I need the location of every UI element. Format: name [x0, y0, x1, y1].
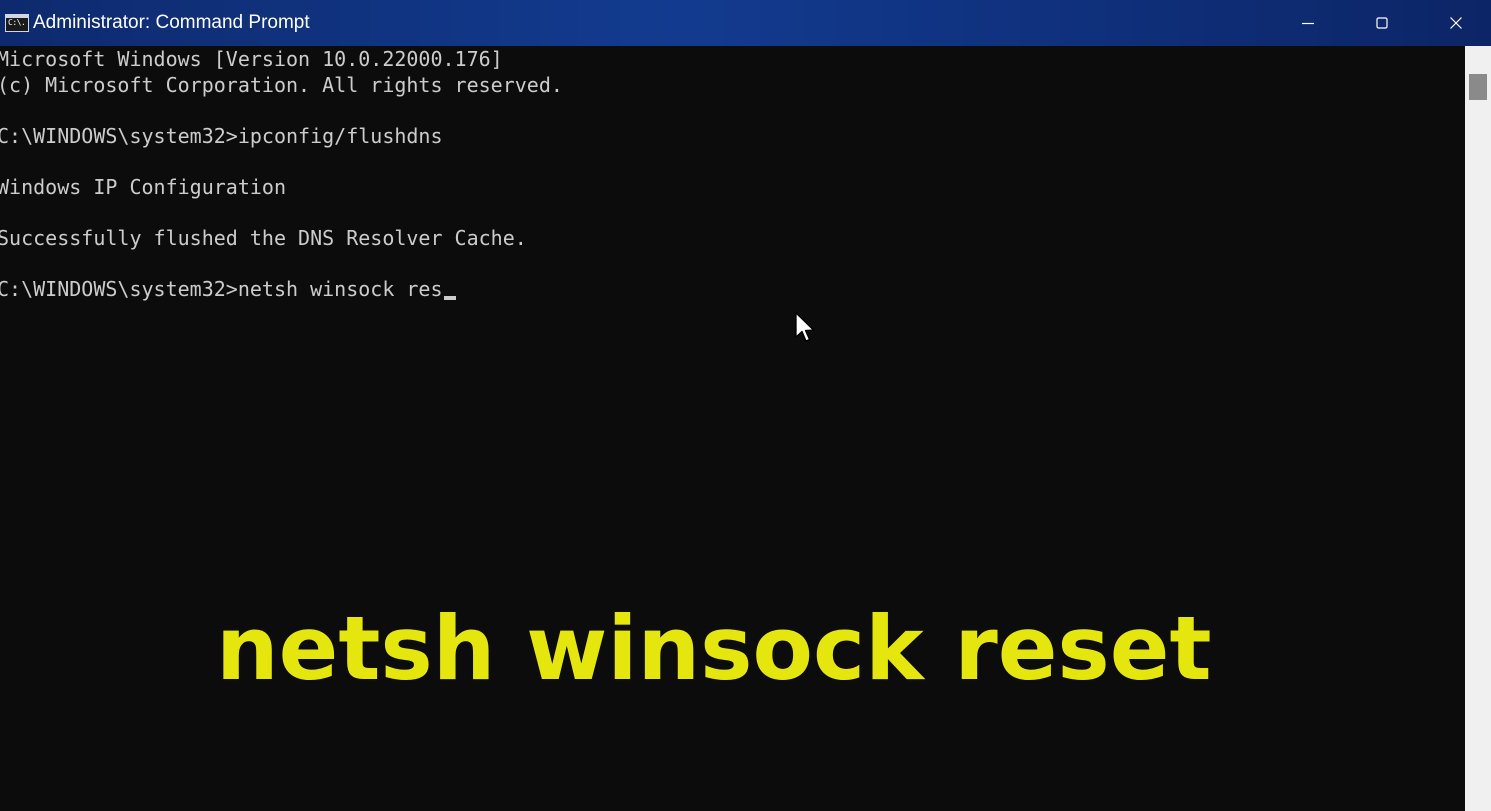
console-line-copyright: (c) Microsoft Corporation. All rights re… [0, 73, 563, 97]
minimize-icon [1302, 22, 1314, 25]
console-line-current-input[interactable]: C:\WINDOWS\system32>netsh winsock res [0, 276, 456, 302]
console-line-flushdns-command: C:\WINDOWS\system32>ipconfig/flushdns [0, 124, 443, 148]
console-line-flush-success: Successfully flushed the DNS Resolver Ca… [0, 226, 527, 250]
vertical-scrollbar[interactable] [1465, 46, 1491, 811]
cmd-icon[interactable]: C:\. [5, 14, 29, 32]
current-command-text: C:\WINDOWS\system32>netsh winsock res [0, 277, 443, 301]
maximize-icon [1376, 17, 1388, 29]
close-icon [1450, 17, 1462, 29]
minimize-button[interactable] [1273, 0, 1343, 46]
video-caption-overlay: netsh winsock reset [216, 597, 1212, 700]
maximize-button[interactable] [1347, 0, 1417, 46]
close-button[interactable] [1421, 0, 1491, 46]
console-line-version: Microsoft Windows [Version 10.0.22000.17… [0, 47, 503, 71]
text-cursor [443, 296, 456, 300]
mouse-pointer-icon [795, 312, 815, 342]
command-prompt-window: C:\. Administrator: Command Prompt Micro… [0, 0, 1491, 811]
cmd-icon-text: C:\. [8, 18, 26, 27]
window-title: Administrator: Command Prompt [33, 12, 310, 33]
title-bar[interactable]: C:\. Administrator: Command Prompt [0, 0, 1491, 46]
console-line-ip-configuration: Windows IP Configuration [0, 175, 286, 199]
console-text: Microsoft Windows [Version 10.0.22000.17… [0, 46, 563, 301]
scrollbar-thumb[interactable] [1469, 74, 1487, 100]
